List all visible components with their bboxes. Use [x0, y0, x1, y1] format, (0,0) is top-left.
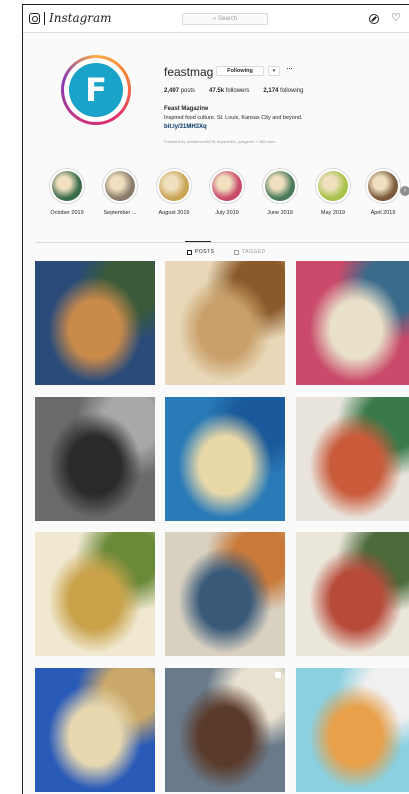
activity-heart-icon[interactable]: ♡ [391, 12, 401, 24]
highlight-ring [102, 168, 138, 204]
post-thumbnail[interactable] [35, 668, 155, 792]
following-button[interactable]: Following [216, 66, 264, 76]
highlight-item[interactable]: June 2019 [254, 168, 306, 216]
carousel-icon [275, 672, 281, 678]
profile-full-name: Feast Magazine [164, 106, 209, 112]
followers-stat[interactable]: 47.5k followers [209, 88, 249, 94]
highlight-cover [212, 171, 242, 201]
tab-posts-label: POSTS [195, 249, 215, 255]
highlight-item[interactable]: October 2019 [41, 168, 93, 216]
highlight-label: September ... [103, 210, 137, 216]
instagram-wordmark[interactable]: Instagram [49, 11, 112, 25]
highlight-cover [318, 171, 348, 201]
highlight-ring [315, 168, 351, 204]
grid-icon [187, 249, 192, 255]
profile-avatar[interactable]: F [61, 55, 131, 125]
post-thumbnail[interactable] [35, 261, 155, 385]
chevron-right-icon[interactable]: › [400, 186, 409, 196]
posts-count: 2,497 [164, 88, 180, 94]
post-thumbnail[interactable] [296, 532, 409, 656]
post-thumbnail[interactable] [35, 532, 155, 656]
highlight-item[interactable]: May 2019 [307, 168, 359, 216]
highlight-cover [368, 171, 398, 201]
nav-divider [44, 12, 45, 25]
highlight-label: August 2019 [158, 210, 190, 216]
avatar-logo: F [69, 63, 123, 117]
highlight-ring [262, 168, 298, 204]
post-thumbnail[interactable] [165, 668, 285, 792]
instagram-window: Instagram ⌕ Search ♡ F feastmag Followin… [22, 4, 409, 794]
avatar-frame: F [64, 58, 128, 122]
followed-by-text[interactable]: Followed by sandiencer0078, tinyshelf11,… [164, 139, 276, 144]
followers-count: 47.5k [209, 88, 225, 94]
following-count: 2,174 [263, 88, 279, 94]
highlight-label: June 2019 [267, 210, 293, 216]
highlight-ring [156, 168, 192, 204]
suggestions-dropdown-button[interactable]: ▾ [268, 66, 280, 76]
top-nav: Instagram ⌕ Search ♡ [23, 5, 409, 33]
post-thumbnail[interactable] [165, 532, 285, 656]
tab-posts[interactable]: POSTS [184, 241, 215, 255]
tab-tagged-label: TAGGED [242, 249, 266, 255]
profile-username: feastmag [164, 65, 214, 79]
search-input[interactable]: ⌕ Search [182, 13, 268, 25]
tab-tagged[interactable]: TAGGED [234, 249, 266, 255]
highlight-label: April 2019 [370, 210, 396, 216]
search-placeholder: Search [218, 16, 238, 22]
followers-label: followers [225, 88, 250, 94]
post-thumbnail[interactable] [296, 668, 409, 792]
post-thumbnail[interactable] [165, 261, 285, 385]
post-thumbnail[interactable] [296, 397, 409, 521]
post-thumbnail[interactable] [35, 397, 155, 521]
tab-divider [35, 242, 409, 243]
profile-bio: Inspired food culture. St. Louis, Kansas… [164, 115, 303, 121]
highlight-label: October 2019 [50, 210, 84, 216]
highlight-cover [105, 171, 135, 201]
highlight-cover [52, 171, 82, 201]
story-highlights: October 2019 September ... August 2019 J… [23, 168, 409, 228]
highlight-label: May 2019 [320, 210, 346, 216]
explore-compass-icon[interactable] [369, 14, 379, 24]
highlight-item[interactable]: September ... [94, 168, 146, 216]
following-stat[interactable]: 2,174 following [263, 88, 303, 94]
highlight-label: July 2019 [215, 210, 239, 216]
highlight-ring [365, 168, 401, 204]
highlight-item[interactable]: July 2019 [201, 168, 253, 216]
more-options-icon[interactable]: ··· [286, 63, 293, 73]
highlight-ring [49, 168, 85, 204]
tag-icon [234, 249, 239, 255]
highlight-cover [159, 171, 189, 201]
profile-stats: 2,497 posts 47.5k followers 2,174 follow… [164, 88, 303, 94]
highlight-cover [265, 171, 295, 201]
profile-website-link[interactable]: bit.ly/31MH3Xq [164, 124, 207, 130]
posts-label: posts [180, 88, 196, 94]
following-label: following [280, 88, 304, 94]
highlight-item[interactable]: August 2019 [148, 168, 200, 216]
posts-stat: 2,497 posts [164, 88, 195, 94]
highlight-ring [209, 168, 245, 204]
post-thumbnail[interactable] [296, 261, 409, 385]
instagram-camera-icon[interactable] [29, 13, 40, 24]
post-thumbnail[interactable] [165, 397, 285, 521]
